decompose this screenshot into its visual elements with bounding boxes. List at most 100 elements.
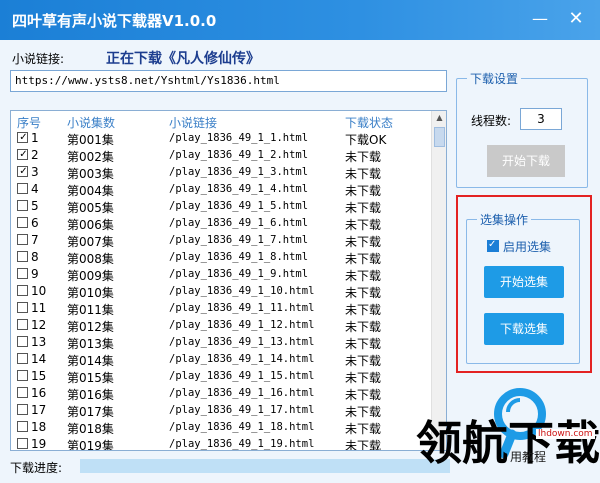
table-row[interactable]: 3 第003集/play_1836_49_1_3.html 未下载 (11, 164, 431, 181)
checkbox-checked-icon[interactable] (487, 239, 499, 252)
table-row[interactable]: 10 第010集/play_1836_49_1_10.html 未下载 (11, 283, 431, 300)
link-cell: /play_1836_49_1_16.html (169, 387, 315, 399)
checkbox-checked-icon[interactable] (17, 149, 29, 161)
table-row[interactable]: 4 第004集/play_1836_49_1_4.html 未下载 (11, 181, 431, 198)
status-cell: 未下载 (345, 371, 382, 385)
row-number-text: 6 (31, 216, 39, 230)
table-row[interactable]: 6 第006集/play_1836_49_1_6.html 未下载 (11, 215, 431, 232)
episode-cell: 第004集 (67, 184, 114, 198)
novel-url-input[interactable]: https://www.ysts8.net/Yshtml/Ys1836.html (10, 70, 447, 92)
table-row[interactable]: 14 第014集/play_1836_49_1_14.html 未下载 (11, 351, 431, 368)
header-no[interactable]: 序号 (17, 114, 41, 131)
table-row[interactable]: 13 第013集/play_1836_49_1_13.html 未下载 (11, 334, 431, 351)
header-status[interactable]: 下载状态 (345, 114, 393, 131)
status-cell: 未下载 (345, 354, 382, 368)
checkbox-checked-icon[interactable] (17, 166, 29, 178)
row-number: 9 (17, 267, 39, 281)
table-row[interactable]: 19 第019集/play_1836_49_1_19.html 未下载 (11, 436, 431, 451)
threads-input[interactable]: 3 (520, 108, 562, 130)
checkbox-unchecked-icon[interactable] (17, 302, 28, 313)
start-download-button[interactable]: 开始下载 (487, 145, 565, 177)
start-selection-button[interactable]: 开始选集 (484, 266, 564, 298)
window-title: 四叶草有声小说下载器V1.0.0 (12, 12, 217, 30)
row-number-text: 3 (31, 165, 39, 179)
table-row[interactable]: 8 第008集/play_1836_49_1_8.html 未下载 (11, 249, 431, 266)
row-number: 5 (17, 199, 39, 213)
scroll-up-arrow-icon[interactable]: ▲ (432, 113, 446, 125)
header-link[interactable]: 小说链接 (169, 114, 217, 131)
table-row[interactable]: 12 第012集/play_1836_49_1_12.html 未下载 (11, 317, 431, 334)
row-number-text: 4 (31, 182, 39, 196)
episode-cell: 第002集 (67, 150, 114, 164)
row-number-text: 11 (31, 301, 47, 315)
table-row[interactable]: 18 第018集/play_1836_49_1_18.html 未下载 (11, 419, 431, 436)
row-number-text: 14 (31, 352, 47, 366)
threads-label: 线程数: (471, 114, 512, 128)
link-cell: /play_1836_49_1_9.html (169, 268, 309, 280)
checkbox-unchecked-icon[interactable] (17, 200, 28, 211)
row-number-text: 7 (31, 233, 39, 247)
episode-cell: 第011集 (67, 303, 114, 317)
table-row[interactable]: 16 第016集/play_1836_49_1_16.html 未下载 (11, 385, 431, 402)
table-row[interactable]: 2 第002集/play_1836_49_1_2.html 未下载 (11, 147, 431, 164)
row-number-text: 18 (31, 420, 47, 434)
checkbox-unchecked-icon[interactable] (17, 285, 28, 296)
checkbox-unchecked-icon[interactable] (17, 404, 28, 415)
row-number: 1 (17, 131, 39, 145)
close-button[interactable]: ✕ (564, 8, 588, 30)
status-prefix: 正在下载 (106, 51, 162, 67)
progress-label: 下载进度: (10, 461, 63, 475)
checkbox-checked-icon[interactable] (17, 132, 29, 144)
checkbox-unchecked-icon[interactable] (17, 370, 28, 381)
checkbox-unchecked-icon[interactable] (17, 336, 28, 347)
episode-cell: 第014集 (67, 354, 114, 368)
link-cell: /play_1836_49_1_7.html (169, 234, 309, 246)
vertical-scrollbar[interactable]: ▲ (431, 111, 446, 450)
status-cell: 未下载 (345, 235, 382, 249)
table-row[interactable]: 9 第009集/play_1836_49_1_9.html 未下载 (11, 266, 431, 283)
checkbox-unchecked-icon[interactable] (17, 438, 28, 449)
link-cell: /play_1836_49_1_19.html (169, 438, 315, 450)
episode-cell: 第005集 (67, 201, 114, 215)
row-number: 8 (17, 250, 39, 264)
minimize-button[interactable]: — (528, 8, 552, 30)
checkbox-unchecked-icon[interactable] (17, 421, 28, 432)
checkbox-unchecked-icon[interactable] (17, 251, 28, 262)
link-cell: /play_1836_49_1_18.html (169, 421, 315, 433)
link-cell: /play_1836_49_1_13.html (169, 336, 315, 348)
status-cell: 未下载 (345, 184, 382, 198)
row-number-text: 17 (31, 403, 47, 417)
table-row[interactable]: 17 第017集/play_1836_49_1_17.html 未下载 (11, 402, 431, 419)
row-number-text: 12 (31, 318, 47, 332)
title-bar: 四叶草有声小说下载器V1.0.0 — ✕ (0, 0, 600, 40)
row-number: 14 (17, 352, 46, 366)
tutorial-link[interactable]: 用教程 (510, 448, 546, 465)
link-cell: /play_1836_49_1_1.html (169, 132, 309, 144)
link-cell: /play_1836_49_1_4.html (169, 183, 309, 195)
row-number-text: 9 (31, 267, 39, 281)
checkbox-unchecked-icon[interactable] (17, 268, 28, 279)
download-selection-button[interactable]: 下载选集 (484, 313, 564, 345)
table-row[interactable]: 5 第005集/play_1836_49_1_5.html 未下载 (11, 198, 431, 215)
table-row[interactable]: 15 第015集/play_1836_49_1_15.html 未下载 (11, 368, 431, 385)
app-window: 四叶草有声小说下载器V1.0.0 — ✕ 小说链接: 正在下载《凡人修仙传》 h… (0, 0, 600, 483)
checkbox-unchecked-icon[interactable] (17, 319, 28, 330)
checkbox-unchecked-icon[interactable] (17, 217, 28, 228)
checkbox-unchecked-icon[interactable] (17, 387, 28, 398)
row-number-text: 13 (31, 335, 47, 349)
row-number: 3 (17, 165, 39, 179)
table-row[interactable]: 11 第011集/play_1836_49_1_11.html 未下载 (11, 300, 431, 317)
link-cell: /play_1836_49_1_10.html (169, 285, 315, 297)
checkbox-unchecked-icon[interactable] (17, 183, 28, 194)
header-episode[interactable]: 小说集数 (67, 114, 115, 131)
table-row[interactable]: 1 第001集/play_1836_49_1_1.html 下载OK (11, 130, 431, 147)
row-number: 17 (17, 403, 46, 417)
table-row[interactable]: 7 第007集/play_1836_49_1_7.html 未下载 (11, 232, 431, 249)
scroll-thumb[interactable] (434, 127, 445, 147)
checkbox-unchecked-icon[interactable] (17, 353, 28, 364)
table-header: 序号 小说集数 小说链接 下载状态 (11, 111, 431, 131)
link-cell: /play_1836_49_1_14.html (169, 353, 315, 365)
checkbox-unchecked-icon[interactable] (17, 234, 28, 245)
row-number-text: 19 (31, 437, 47, 451)
enable-selection-checkbox[interactable]: 启用选集 (487, 238, 551, 255)
